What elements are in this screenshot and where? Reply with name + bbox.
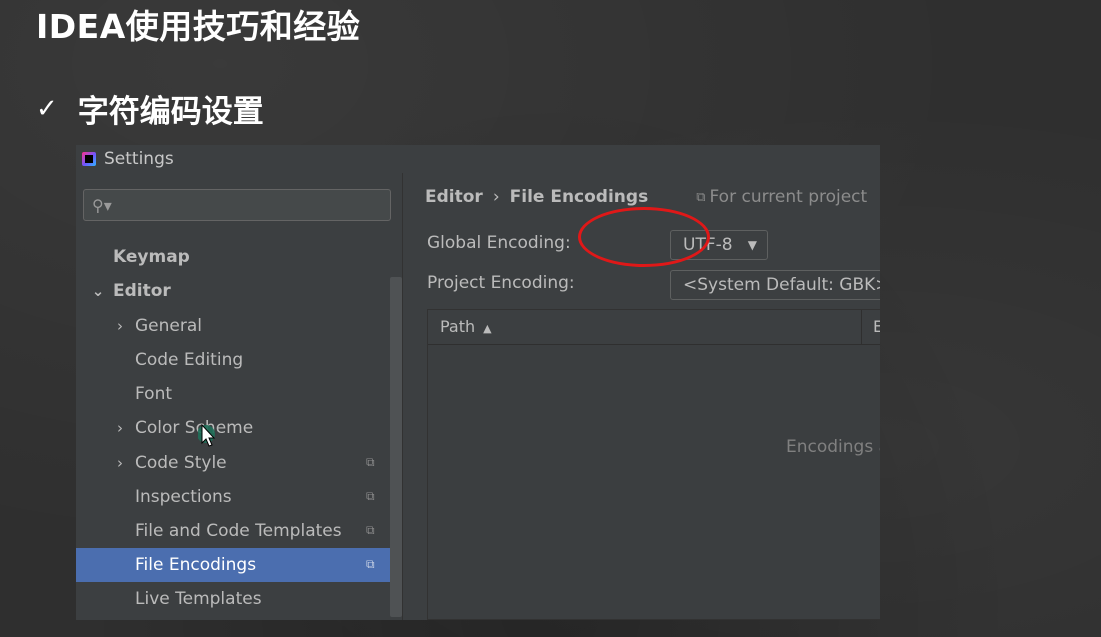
sidebar-item-label: Editor — [113, 281, 171, 301]
project-encoding-value: <System Default: GBK> — [683, 275, 880, 295]
slide-bullet: ✓ 字符编码设置 — [36, 86, 264, 131]
project-encoding-select[interactable]: <System Default: GBK> ▼ — [670, 270, 880, 300]
sidebar-item-file-and-code-templates[interactable]: File and Code Templates ⧉ — [76, 514, 403, 548]
annotation-highlight — [578, 207, 710, 267]
dropdown-arrow-icon: ▼ — [747, 238, 757, 252]
sidebar-item-label: File and Code Templates — [135, 521, 342, 541]
sidebar-item-font[interactable]: Font — [76, 377, 403, 411]
sidebar-item-code-editing[interactable]: Code Editing — [76, 343, 403, 377]
project-scope-icon: ⧉ — [366, 557, 375, 571]
table-empty-text: Encodings a — [786, 437, 880, 457]
sidebar-item-code-style[interactable]: › Code Style ⧉ — [76, 446, 403, 480]
chevron-right-icon[interactable]: › — [113, 419, 127, 437]
sidebar-item-editor[interactable]: ⌄ Editor — [76, 274, 403, 308]
breadcrumb-item: File Encodings — [509, 187, 649, 207]
sidebar-item-inspections[interactable]: Inspections ⧉ — [76, 480, 403, 514]
encodings-table: Path ▲ E Encodings a — [427, 309, 880, 620]
intellij-idea-icon — [82, 152, 96, 166]
checkmark-icon: ✓ — [36, 93, 58, 124]
sidebar-item-general[interactable]: › General — [76, 309, 403, 343]
scope-label: For current project — [709, 187, 868, 207]
sidebar-item-file-encodings[interactable]: File Encodings ⧉ — [76, 548, 403, 582]
settings-sidebar: ⚲▾ Keymap ⌄ Editor › General Code Editin… — [76, 173, 403, 620]
project-scope-icon: ⧉ — [366, 455, 375, 469]
chevron-right-icon[interactable]: › — [113, 454, 127, 472]
slide-bullet-text: 字符编码设置 — [77, 94, 264, 130]
column-separator[interactable] — [861, 310, 862, 344]
search-input[interactable] — [117, 196, 390, 214]
sidebar-scrollbar[interactable] — [390, 277, 402, 617]
column-header-encoding[interactable]: E — [873, 317, 880, 336]
search-icon[interactable]: ⚲▾ — [92, 196, 112, 215]
scope-indicator: ⧉ For current project — [696, 187, 867, 207]
sidebar-item-label: Color Scheme — [135, 418, 254, 438]
project-encoding-label: Project Encoding: — [427, 273, 575, 293]
breadcrumb-separator-icon: › — [492, 187, 500, 207]
sort-ascending-icon: ▲ — [483, 322, 492, 335]
sidebar-item-label: Inspections — [135, 487, 232, 507]
settings-search[interactable]: ⚲▾ — [83, 189, 391, 221]
project-scope-icon: ⧉ — [366, 523, 375, 537]
slide-title: IDEA使用技巧和经验 — [36, 7, 361, 46]
breadcrumb-item: Editor — [425, 187, 483, 207]
table-header: Path ▲ E — [428, 310, 880, 345]
sidebar-item-keymap[interactable]: Keymap — [76, 240, 403, 274]
chevron-right-icon[interactable]: › — [113, 317, 127, 335]
sidebar-item-label: Font — [135, 384, 173, 404]
mouse-cursor-icon — [198, 424, 216, 447]
sidebar-item-label: Live Templates — [135, 589, 262, 609]
sidebar-item-live-templates[interactable]: Live Templates — [76, 582, 403, 616]
sidebar-item-label: Keymap — [113, 247, 190, 267]
settings-window: Settings ⚲▾ Keymap ⌄ Editor › General Co… — [76, 145, 880, 620]
breadcrumb: Editor › File Encodings ⧉ For current pr… — [425, 187, 867, 207]
sidebar-item-label: General — [135, 316, 202, 336]
project-scope-icon: ⧉ — [366, 489, 375, 503]
project-scope-icon: ⧉ — [696, 189, 706, 205]
sidebar-item-label: File Encodings — [135, 555, 257, 575]
sidebar-item-color-scheme[interactable]: › Color Scheme — [76, 411, 403, 445]
column-header-path[interactable]: Path ▲ — [440, 317, 492, 336]
window-titlebar[interactable]: Settings — [76, 145, 880, 173]
chevron-down-icon[interactable]: ⌄ — [91, 282, 105, 300]
sidebar-item-label: Code Editing — [135, 350, 244, 370]
window-title: Settings — [104, 149, 174, 169]
global-encoding-label: Global Encoding: — [427, 233, 571, 253]
